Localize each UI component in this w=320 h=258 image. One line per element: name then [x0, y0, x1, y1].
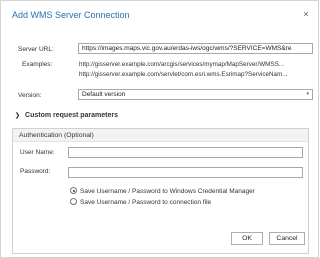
version-label: Version: — [18, 92, 42, 99]
examples-label: Examples: — [22, 61, 53, 68]
password-input[interactable] — [68, 167, 303, 178]
password-label: Password: — [20, 168, 51, 175]
example-url-2: http://gisserver.example.com/servlet/com… — [79, 71, 288, 78]
server-url-label: Server URL: — [18, 46, 54, 53]
save-to-credential-manager-label: Save Username / Password to Windows Cred… — [80, 188, 255, 195]
chevron-right-icon: ❯ — [15, 113, 21, 119]
custom-request-parameters-label: Custom request parameters — [25, 112, 119, 119]
example-url-1: http://gisserver.example.com/arcgis/serv… — [79, 61, 285, 68]
server-url-input[interactable]: https://images.maps.vic.gov.au/erdas-iws… — [78, 43, 313, 54]
cancel-button[interactable]: Cancel — [269, 232, 305, 245]
chevron-down-icon: ▾ — [306, 91, 309, 97]
add-wms-dialog: Add WMS Server Connection × Server URL: … — [0, 0, 319, 258]
radio-unselected-icon — [70, 198, 77, 205]
version-select[interactable]: Default version ▾ — [78, 89, 313, 100]
save-to-connection-file-label: Save Username / Password to connection f… — [80, 199, 212, 206]
radio-selected-icon — [70, 187, 77, 194]
username-input[interactable] — [68, 147, 303, 158]
username-label: User Name: — [20, 149, 55, 156]
version-selected-value: Default version — [82, 91, 126, 98]
save-to-credential-manager-option[interactable]: Save Username / Password to Windows Cred… — [70, 187, 255, 195]
save-to-connection-file-option[interactable]: Save Username / Password to connection f… — [70, 198, 211, 206]
dialog-title: Add WMS Server Connection — [12, 10, 130, 20]
custom-request-parameters-toggle[interactable]: ❯ Custom request parameters — [15, 112, 118, 119]
authentication-title: Authentication (Optional) — [19, 132, 94, 139]
close-icon[interactable]: × — [301, 9, 311, 19]
ok-button[interactable]: OK — [231, 232, 263, 245]
authentication-header: Authentication (Optional) — [13, 129, 308, 142]
